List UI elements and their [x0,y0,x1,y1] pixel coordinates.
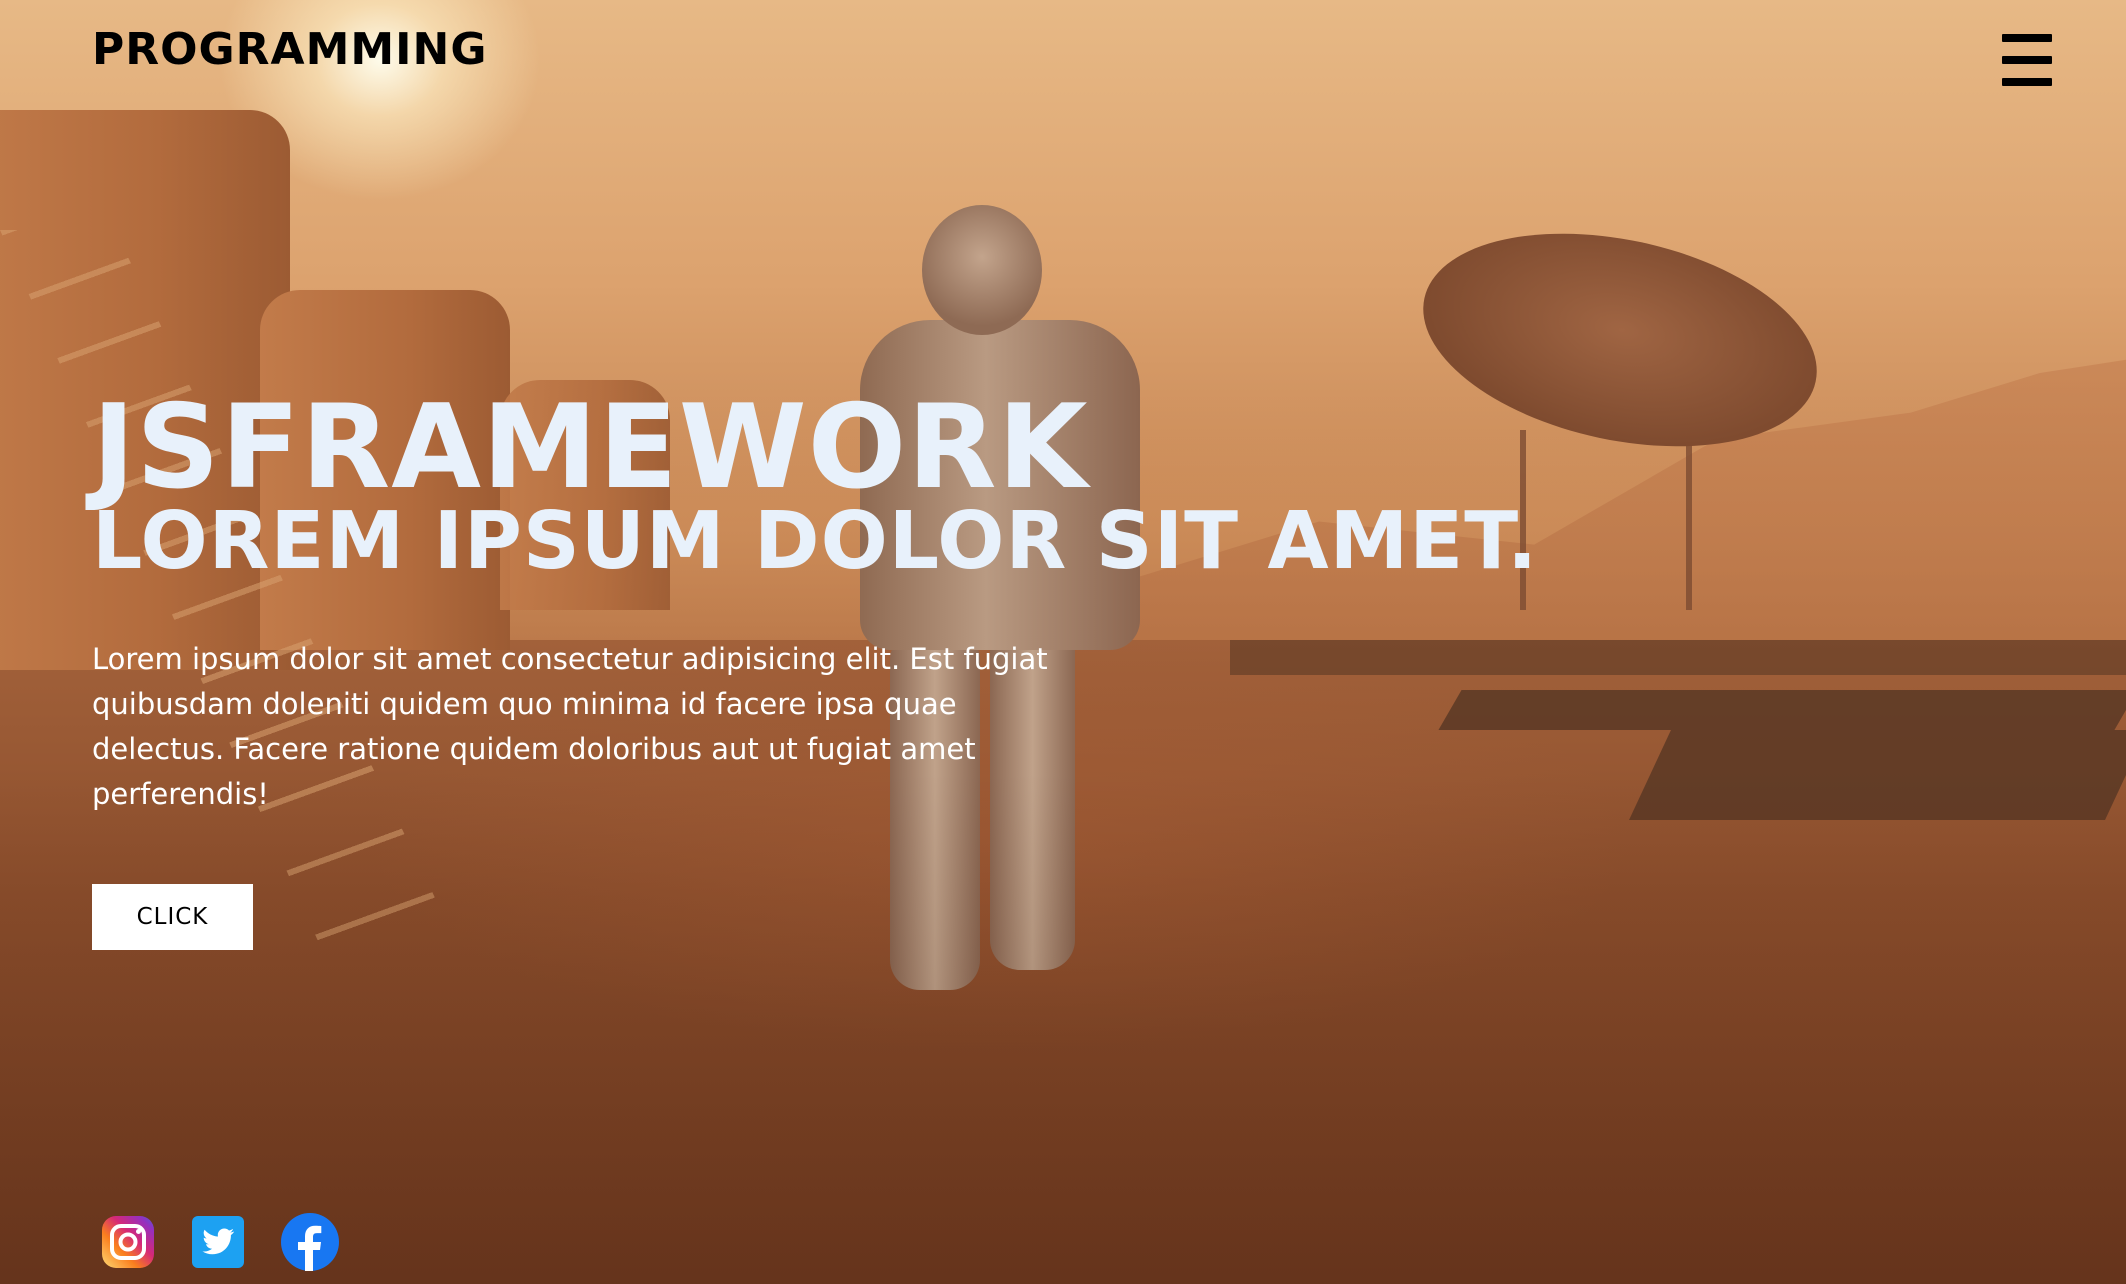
hero-content: JSFRAMEWORK LOREM IPSUM DOLOR SIT AMET. … [92,390,1592,817]
hero-subtitle: LOREM IPSUM DOLOR SIT AMET. [92,495,1539,587]
facebook-icon[interactable] [280,1212,340,1272]
hero-title: JSFRAMEWORK [92,380,1089,515]
menu-bar [2002,78,2052,86]
click-button[interactable]: CLICK [92,884,253,950]
twitter-icon[interactable] [190,1214,246,1270]
hero-section: PROGRAMMING JSFRAMEWORK LOREM IPSUM DOLO… [0,0,2126,1284]
hamburger-menu-icon[interactable] [2002,34,2052,86]
hero-description: Lorem ipsum dolor sit amet consectetur a… [92,641,1048,811]
social-links [100,1212,340,1272]
brand-logo[interactable]: PROGRAMMING [92,24,487,75]
instagram-icon[interactable] [100,1214,156,1270]
menu-bar [2002,56,2052,64]
menu-bar [2002,34,2052,42]
